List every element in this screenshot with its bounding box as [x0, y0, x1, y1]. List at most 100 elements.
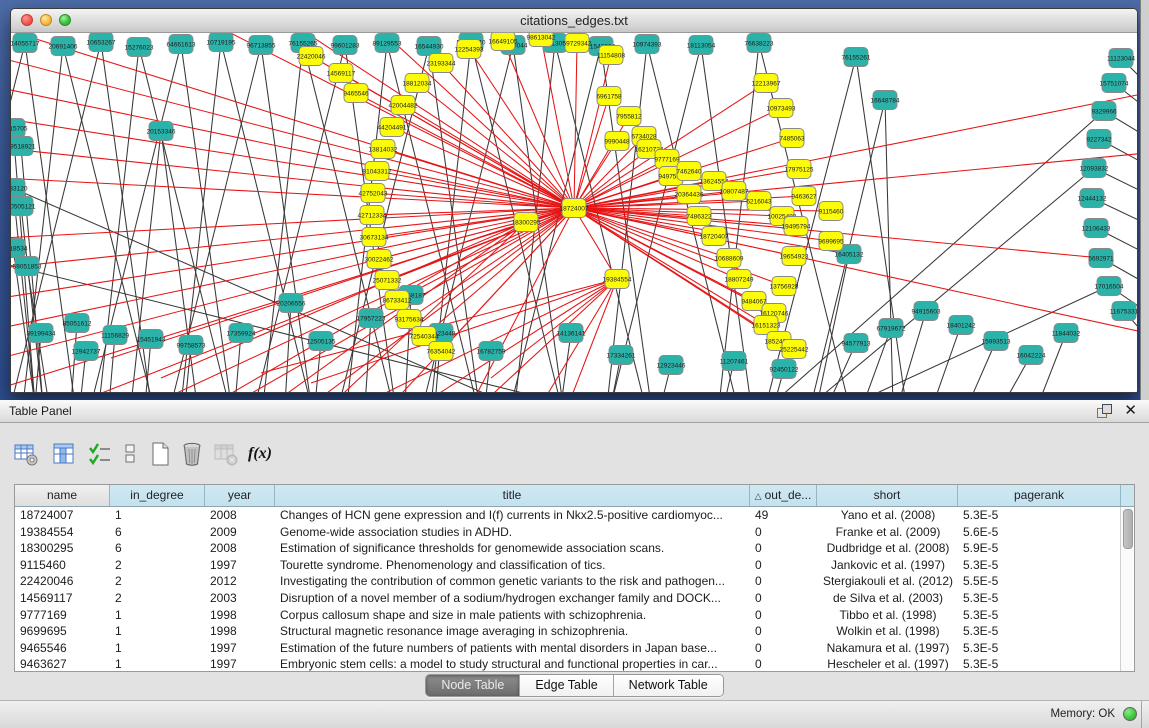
graph-node[interactable]: 85051612 [63, 314, 92, 333]
memory-status-indicator[interactable] [1123, 707, 1137, 721]
graph-node[interactable]: 9227342 [1086, 130, 1112, 149]
graph-edge[interactable] [11, 33, 574, 208]
graph-node[interactable]: 39199434 [27, 324, 56, 343]
graph-node[interactable]: 19518921 [11, 137, 36, 156]
column-header-title[interactable]: title [275, 485, 750, 506]
graph-node[interactable]: 7486322 [686, 207, 712, 226]
graph-node[interactable]: 17334261 [607, 346, 636, 365]
graph-node[interactable]: 76638223 [745, 34, 774, 53]
column-header-short[interactable]: short [817, 485, 958, 506]
delete-table-icon[interactable] [178, 440, 206, 468]
graph-node[interactable]: 20691406 [49, 37, 78, 56]
close-panel-icon[interactable]: ✕ [1124, 401, 1137, 419]
graph-node[interactable]: 6216043 [746, 192, 772, 211]
graph-node[interactable]: 12923446 [657, 356, 686, 375]
graph-node[interactable]: 59051853 [13, 257, 42, 276]
graph-node[interactable]: 10974393 [633, 35, 662, 54]
tab-node-table[interactable]: Node Table [426, 675, 520, 696]
graph-node[interactable]: 30673134 [360, 228, 389, 247]
graph-node[interactable]: 6961758 [596, 87, 622, 106]
graph-node[interactable]: 14055717 [11, 34, 40, 53]
graph-edge[interactable] [131, 131, 161, 392]
graph-node[interactable]: 18300295 [512, 213, 541, 232]
graph-node[interactable]: 13756928 [770, 277, 799, 296]
graph-node[interactable]: 5692971 [1088, 249, 1114, 268]
graph-edge[interactable] [574, 43, 577, 208]
table-row[interactable]: 2242004622012Investigating the contribut… [15, 573, 1134, 590]
graph-node[interactable]: 42712334 [358, 206, 387, 225]
graph-node[interactable]: 10973493 [767, 99, 796, 118]
graph-edge[interactable] [263, 43, 303, 392]
graph-node[interactable]: 22420046 [297, 47, 326, 66]
graph-node[interactable]: 67919672 [877, 319, 906, 338]
graph-node[interactable]: 30022462 [365, 250, 394, 269]
graph-node[interactable]: 17975125 [785, 160, 814, 179]
graph-node[interactable]: 18113054 [687, 36, 716, 55]
graph-node[interactable]: 93175634 [395, 310, 424, 329]
graph-node[interactable]: 59729342 [563, 34, 592, 53]
graph-node[interactable]: 19495794 [782, 217, 811, 236]
graph-node[interactable]: 81043312 [363, 162, 392, 181]
graph-node[interactable]: 15451943 [137, 330, 166, 349]
graph-node[interactable]: 16649105 [489, 33, 518, 51]
graph-node[interactable]: 9699695 [818, 232, 844, 251]
graph-node[interactable]: 9115460 [819, 202, 844, 221]
graph-node[interactable]: 7955812 [616, 107, 642, 126]
table-scrollbar[interactable] [1120, 507, 1133, 671]
graph-node[interactable]: 10688609 [715, 249, 744, 268]
graph-node[interactable]: 44204491 [378, 118, 407, 137]
graph-node[interactable]: 18807249 [725, 270, 754, 289]
network-canvas[interactable]: 1405571720691406106532671527602364661613… [11, 33, 1137, 392]
graph-node[interactable]: 18724007 [560, 199, 589, 218]
table-row[interactable]: 946362711997Embryonic stem cells: a mode… [15, 656, 1134, 672]
column-header-out_de[interactable]: △out_de... [750, 485, 817, 506]
graph-node[interactable]: 10719195 [207, 33, 236, 52]
table-row[interactable]: 1938455462009Genome-wide association stu… [15, 524, 1134, 541]
graph-node[interactable]: 64661613 [167, 35, 196, 54]
graph-node[interactable]: 11207461 [720, 352, 749, 371]
graph-node[interactable]: 99601283 [331, 36, 360, 55]
tab-network-table[interactable]: Network Table [614, 675, 723, 696]
graph-node[interactable]: 12942737 [72, 342, 101, 361]
table-settings-icon[interactable] [12, 440, 40, 468]
graph-node[interactable]: 42752043 [359, 184, 388, 203]
graph-node[interactable]: 12505135 [307, 332, 336, 351]
graph-edge[interactable] [11, 43, 25, 392]
graph-node[interactable]: 14569117 [327, 64, 356, 83]
graph-node[interactable]: 16042224 [1017, 346, 1046, 365]
graph-node[interactable]: 15751074 [1100, 74, 1129, 93]
graph-node[interactable]: 16648784 [871, 91, 900, 110]
column-header-pagerank[interactable]: pagerank [958, 485, 1121, 506]
graph-node[interactable]: 96713855 [247, 36, 276, 55]
graph-node[interactable]: 13814032 [369, 140, 398, 159]
graph-node[interactable]: 76354042 [427, 342, 456, 361]
graph-node[interactable]: 19654923 [780, 247, 809, 266]
graph-node[interactable]: 9465546 [343, 84, 369, 103]
graph-node[interactable]: 12213967 [752, 74, 781, 93]
graph-edge[interactable] [11, 88, 574, 208]
graph-node[interactable]: 9777169 [654, 150, 680, 169]
graph-node[interactable]: 9990448 [604, 132, 630, 151]
graph-node[interactable]: 11123044 [1107, 49, 1135, 68]
table-scrollbar-thumb[interactable] [1123, 509, 1133, 549]
table-row[interactable]: 969969511998Structural magnetic resonanc… [15, 623, 1134, 640]
graph-node[interactable]: 7485063 [779, 129, 805, 148]
graph-node[interactable]: 18401242 [947, 316, 976, 335]
graph-node[interactable]: 23193344 [427, 54, 456, 73]
graph-edge[interactable] [574, 149, 649, 208]
graph-node[interactable]: 20364436 [675, 185, 704, 204]
graph-node[interactable]: 10505121 [11, 197, 36, 216]
table-columns-icon[interactable] [50, 440, 78, 468]
graph-node[interactable]: 17957223 [357, 309, 386, 328]
table-row[interactable]: 1830029562008Estimation of significance … [15, 540, 1134, 557]
graph-node[interactable]: 18720407 [700, 227, 729, 246]
table-row[interactable]: 1456911722003Disruption of a novel membe… [15, 590, 1134, 607]
select-rows-icon[interactable] [86, 440, 114, 468]
graph-node[interactable]: 11844032 [1052, 324, 1081, 343]
table-row[interactable]: 946554611997Estimation of the future num… [15, 640, 1134, 657]
graph-edge[interactable] [771, 111, 1104, 392]
graph-node[interactable]: 12093832 [1080, 159, 1109, 178]
graph-node[interactable]: 12254393 [455, 40, 484, 59]
graph-edge[interactable] [817, 254, 849, 392]
table-row[interactable]: 1872400712008Changes of HCN gene express… [15, 507, 1134, 524]
